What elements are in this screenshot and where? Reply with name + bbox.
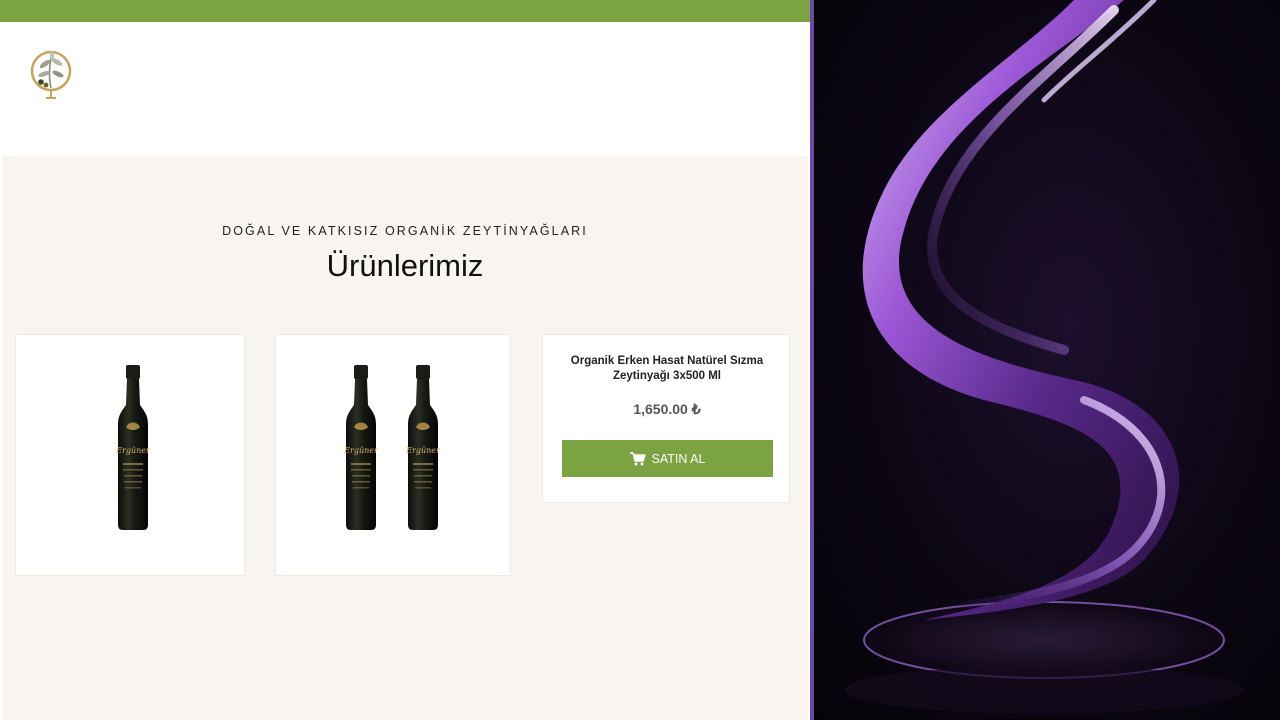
- product-price: 1,650.00 ₺: [633, 401, 701, 417]
- buy-button[interactable]: SATIN AL: [562, 440, 773, 477]
- top-bar: [0, 0, 810, 22]
- svg-text:Ergüner: Ergüner: [115, 446, 151, 455]
- cart-icon: [629, 451, 646, 465]
- product-card-2[interactable]: Ergüner Ergüner: [275, 334, 511, 576]
- site-header: [0, 22, 810, 156]
- product-card-3: Organik Erken Hasat Natürel Sızma Zeytin…: [542, 334, 790, 503]
- purple-swirl-artwork: [814, 0, 1280, 720]
- olive-oil-bottle-image[interactable]: Ergüner: [342, 365, 380, 536]
- section-eyebrow: DOĞAL VE KATKISIZ ORGANİK ZEYTİNYAĞLARI: [222, 224, 588, 238]
- svg-text:Ergüner: Ergüner: [405, 446, 441, 455]
- product-card-1[interactable]: Ergüner: [15, 334, 245, 576]
- page-title: Ürünlerimiz: [326, 248, 484, 283]
- svg-text:Ergüner: Ergüner: [343, 446, 379, 455]
- olive-logo-icon[interactable]: [28, 44, 74, 102]
- buy-button-label: SATIN AL: [651, 451, 706, 466]
- olive-oil-bottle-image[interactable]: Ergüner: [404, 365, 442, 536]
- olive-oil-bottle-image[interactable]: Ergüner: [114, 365, 152, 536]
- products-section: DOĞAL VE KATKISIZ ORGANİK ZEYTİNYAĞLARI …: [2, 156, 808, 720]
- product-title[interactable]: Organik Erken Hasat Natürel Sızma Zeytin…: [561, 354, 773, 384]
- website-pane: DOĞAL VE KATKISIZ ORGANİK ZEYTİNYAĞLARI …: [0, 0, 810, 720]
